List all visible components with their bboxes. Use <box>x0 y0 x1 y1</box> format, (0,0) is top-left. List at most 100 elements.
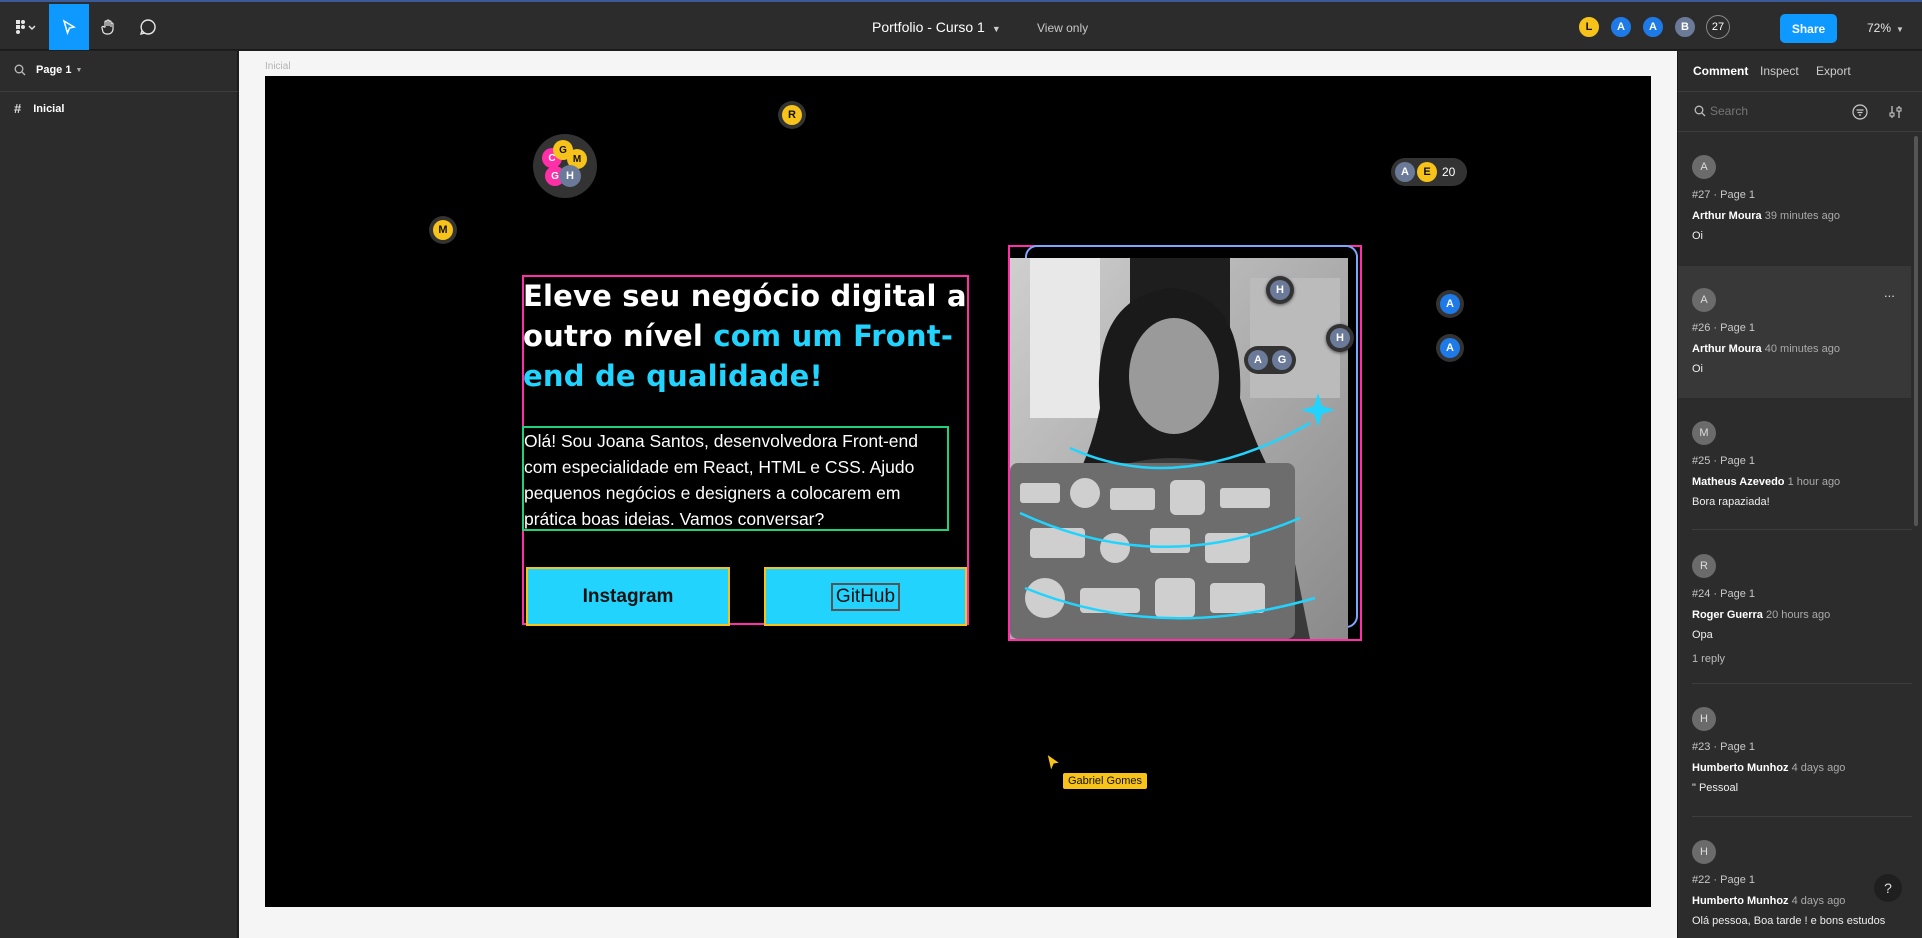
comment-time: 40 minutes ago <box>1764 343 1840 355</box>
chevron-down-icon: ▼ <box>75 66 83 74</box>
pin-avatar: H <box>559 165 581 187</box>
comment-avatar: A <box>1692 288 1716 312</box>
tab-export[interactable]: Export <box>1816 64 1851 78</box>
divider <box>1692 529 1912 530</box>
comment-text: Opa <box>1692 629 1713 641</box>
collaborator-avatar[interactable]: A <box>1641 15 1665 39</box>
comment-author: Roger Guerra 20 hours ago <box>1692 609 1912 621</box>
comment-avatar: H <box>1692 707 1716 731</box>
comment-pin[interactable]: R <box>778 101 806 129</box>
comment-search-input[interactable] <box>1710 101 1830 121</box>
pin-avatar: A <box>1440 294 1460 314</box>
divider <box>1692 816 1912 817</box>
comment-pin-cluster[interactable]: C G M G H <box>533 134 597 198</box>
comment-replies-link[interactable]: 1 reply <box>1692 653 1912 665</box>
comment-number: #27 · Page 1 <box>1692 189 1755 201</box>
comment-author-name: Matheus Azevedo <box>1692 476 1785 488</box>
comment-item[interactable]: R #24 · Page 1 Roger Guerra 20 hours ago… <box>1692 554 1912 665</box>
present-button[interactable] <box>1815 4 1855 50</box>
main-menu-button[interactable] <box>4 4 46 50</box>
comment-item[interactable]: H #23 · Page 1 Humberto Munhoz 4 days ag… <box>1692 707 1912 794</box>
layer-item-inicial[interactable]: # Inicial <box>14 101 64 116</box>
collaborator-cursor-icon <box>1046 753 1062 773</box>
document-title[interactable]: Portfolio - Curso 1 ▼ <box>872 19 1001 35</box>
filter-icon[interactable] <box>1852 104 1868 120</box>
comment-time: 4 days ago <box>1791 762 1846 774</box>
layers-panel: Page 1 ▼ # Inicial <box>0 51 238 938</box>
move-tool-icon <box>62 19 76 35</box>
page-selector[interactable]: Page 1 ▼ <box>14 64 82 76</box>
collaborator-cursor-label: Gabriel Gomes <box>1063 773 1147 789</box>
top-toolbar: Portfolio - Curso 1 ▼ View only L A A B 2… <box>0 0 1922 50</box>
comment-pin[interactable]: A <box>1436 334 1464 362</box>
comment-item[interactable]: A #26 · Page 1 Arthur Moura 40 minutes a… <box>1692 288 1912 375</box>
pin-avatar: H <box>1330 328 1350 348</box>
tab-comment[interactable]: Comment <box>1693 64 1748 78</box>
comment-tool-button[interactable] <box>129 4 167 50</box>
frame-inicial[interactable]: Eleve seu negócio digital a outro nível … <box>265 76 1651 907</box>
comment-pin-group[interactable]: A G <box>1244 346 1296 374</box>
hand-tool-button[interactable] <box>90 4 128 50</box>
figma-menu-icon <box>16 20 36 34</box>
instagram-button[interactable]: Instagram <box>526 567 730 626</box>
comment-time: 1 hour ago <box>1787 476 1841 488</box>
comment-author-name: Humberto Munhoz <box>1692 895 1789 907</box>
comment-pin-group[interactable]: A E 20 <box>1391 158 1467 186</box>
comment-number: #23 · Page 1 <box>1692 741 1755 753</box>
document-title-text: Portfolio - Curso 1 <box>872 19 985 35</box>
divider <box>1678 131 1922 132</box>
pin-avatar: H <box>1270 280 1290 300</box>
comment-item[interactable]: A #27 · Page 1 Arthur Moura 39 minutes a… <box>1692 155 1912 242</box>
comment-avatar: M <box>1692 421 1716 445</box>
comment-avatar: A <box>1692 155 1716 179</box>
layer-label: Inicial <box>33 102 65 115</box>
pin-avatar: A <box>1440 338 1460 358</box>
chevron-down-icon: ▼ <box>1896 25 1904 34</box>
pin-count: 20 <box>1442 165 1456 179</box>
github-button[interactable]: GitHub <box>764 567 967 626</box>
comment-pin[interactable]: M <box>429 216 457 244</box>
pin-avatar: G <box>1272 350 1292 370</box>
move-tool-button[interactable] <box>49 4 89 50</box>
comment-author-name: Arthur Moura <box>1692 210 1762 222</box>
search-icon <box>1694 105 1706 117</box>
search-icon <box>14 64 26 76</box>
comment-time: 4 days ago <box>1791 895 1846 907</box>
collaborator-avatar[interactable]: A <box>1609 15 1633 39</box>
pin-avatar: A <box>1395 162 1415 182</box>
comment-text: Olá pessoa, Boa tarde ! e bons estudos <box>1692 915 1886 927</box>
settings-sliders-icon[interactable] <box>1888 104 1904 120</box>
comment-text: " Pessoal <box>1692 782 1739 794</box>
comment-text: Oi <box>1692 363 1703 375</box>
collaborator-avatar[interactable]: B <box>1673 15 1697 39</box>
tab-inspect[interactable]: Inspect <box>1760 64 1799 78</box>
comment-avatar: R <box>1692 554 1716 578</box>
page-label: Page 1 <box>36 64 72 76</box>
instagram-button-label: Instagram <box>582 585 674 607</box>
comment-author-name: Arthur Moura <box>1692 343 1762 355</box>
collaborators-count[interactable]: 27 <box>1706 15 1730 39</box>
frame-label[interactable]: Inicial <box>265 61 291 72</box>
help-button[interactable]: ? <box>1874 874 1902 902</box>
comment-pin[interactable]: H <box>1266 276 1294 304</box>
comments-scrollbar[interactable] <box>1914 136 1918 526</box>
comment-avatar: H <box>1692 840 1716 864</box>
pin-avatar: R <box>782 105 802 125</box>
comment-author-name: Humberto Munhoz <box>1692 762 1789 774</box>
comment-pin[interactable]: A <box>1436 290 1464 318</box>
hero-paragraph[interactable]: Olá! Sou Joana Santos, desenvolvedora Fr… <box>522 426 949 531</box>
comment-author: Humberto Munhoz 4 days ago <box>1692 762 1912 774</box>
hero-portrait-image <box>1010 258 1348 639</box>
zoom-dropdown[interactable]: 72% ▼ <box>1867 21 1904 35</box>
pin-avatar: M <box>433 220 453 240</box>
comment-author-name: Roger Guerra <box>1692 609 1763 621</box>
comment-item[interactable]: M #25 · Page 1 Matheus Azevedo 1 hour ag… <box>1692 421 1912 508</box>
comment-time: 39 minutes ago <box>1764 210 1840 222</box>
comment-pin[interactable]: H <box>1326 324 1354 352</box>
comment-author: Arthur Moura 40 minutes ago <box>1692 343 1912 355</box>
comment-text: Bora rapaziada! <box>1692 496 1770 508</box>
collaborator-avatar[interactable]: L <box>1577 15 1601 39</box>
zoom-value: 72% <box>1867 21 1892 35</box>
hand-tool-icon <box>101 19 114 35</box>
more-options-icon[interactable]: ... <box>1884 285 1895 300</box>
